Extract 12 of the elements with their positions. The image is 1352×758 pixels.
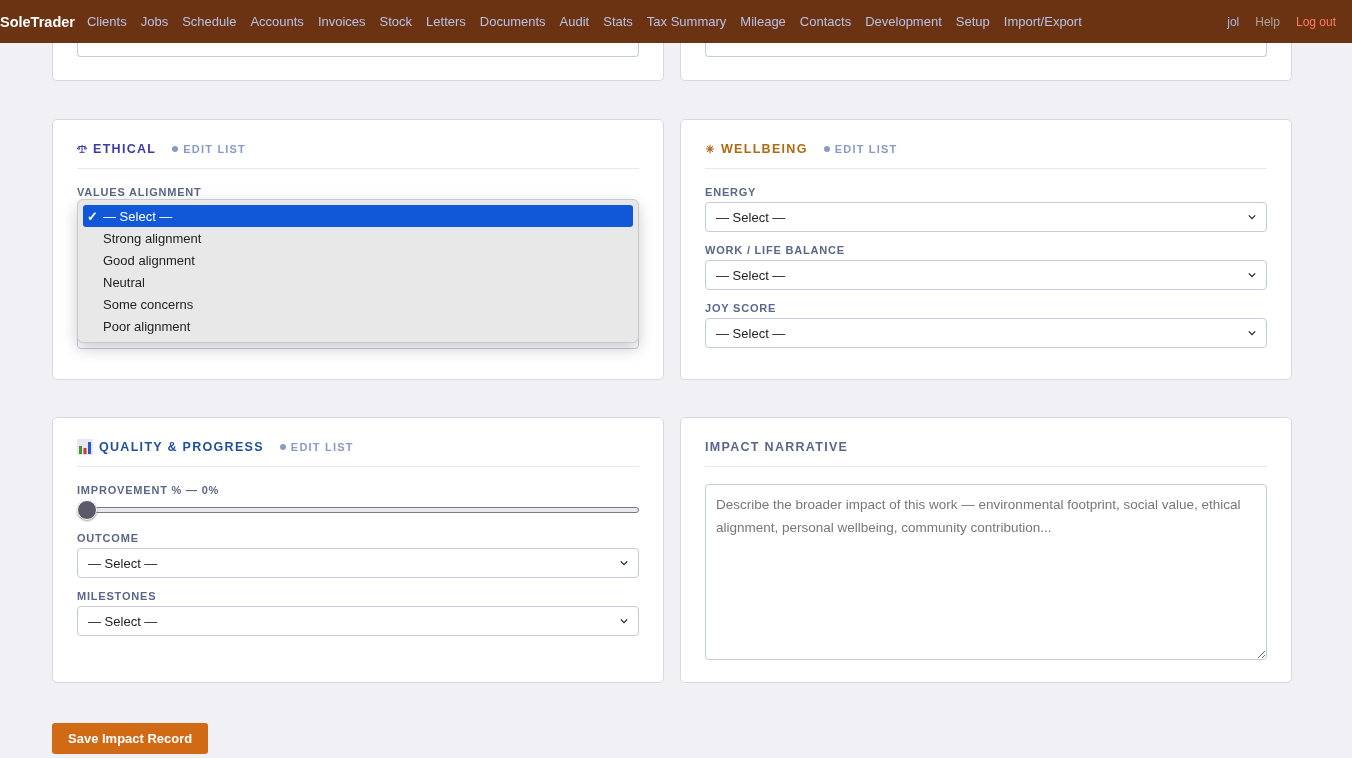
field-label: JOY SCORE — [705, 302, 778, 314]
section-title: IMPACT NARRATIVE — [705, 440, 849, 454]
section-title: ETHICAL — [93, 142, 157, 156]
section-title: WELLBEING — [721, 142, 808, 156]
field-label: ENERGY — [705, 186, 758, 198]
section-title: QUALITY & PROGRESS — [99, 440, 264, 454]
field-label: OUTCOME — [77, 532, 140, 544]
field-label: VALUES ALIGNMENT — [77, 186, 203, 198]
field-label: MILESTONES — [77, 590, 158, 602]
checkmark-icon: ✓ — [87, 208, 98, 224]
field-label: IMPROVEMENT % — 0% — [77, 484, 221, 496]
field-label: WORK / LIFE BALANCE — [705, 244, 846, 256]
